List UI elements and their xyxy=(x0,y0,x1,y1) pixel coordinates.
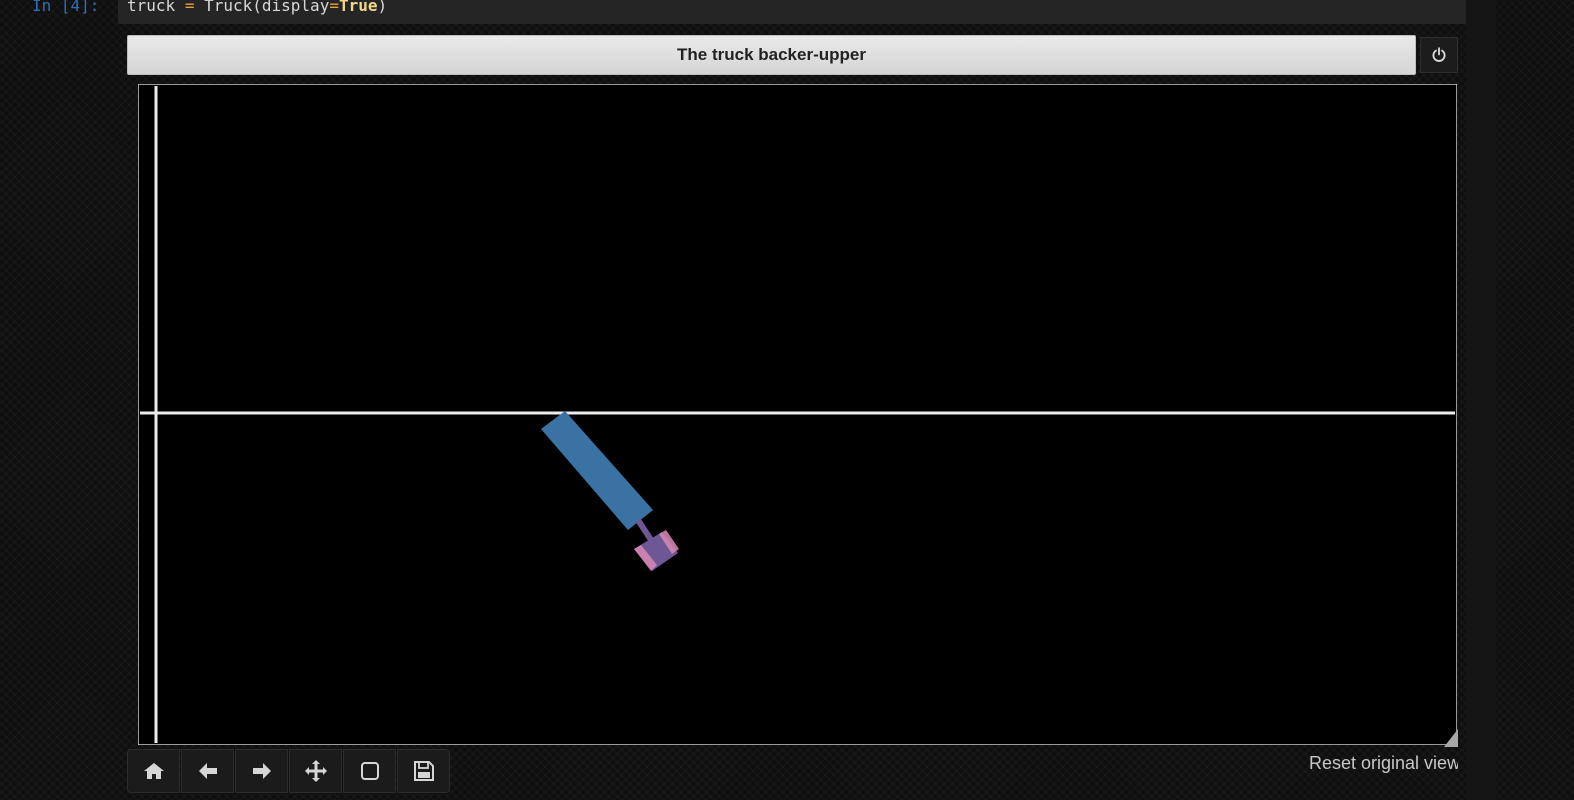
arrow-left-icon xyxy=(198,763,217,779)
figure-title: The truck backer-upper xyxy=(677,45,866,64)
code-line: truck = Truck(display=True) xyxy=(127,0,387,15)
code-assign-op: = xyxy=(184,0,195,15)
figure-toolbar xyxy=(127,749,451,793)
figure-canvas[interactable] xyxy=(138,84,1457,745)
toolbar-status-message: Reset original view xyxy=(1309,753,1458,773)
back-button[interactable] xyxy=(181,749,234,793)
code-kw-op: = xyxy=(329,0,339,15)
close-figure-button[interactable] xyxy=(1420,37,1458,73)
home-button[interactable] xyxy=(127,749,180,793)
forward-button[interactable] xyxy=(235,749,288,793)
code-var: truck xyxy=(127,0,176,15)
power-icon xyxy=(1432,47,1446,62)
code-kw-value: True xyxy=(338,0,378,15)
floppy-icon xyxy=(413,761,434,781)
pan-button[interactable] xyxy=(289,749,342,793)
save-button[interactable] xyxy=(397,749,450,793)
code-cell[interactable]: truck = Truck(display=True) xyxy=(118,0,1466,24)
move-icon xyxy=(304,760,327,782)
square-icon xyxy=(360,762,379,780)
zoom-rect-button[interactable] xyxy=(343,749,396,793)
code-call: Truck(display xyxy=(204,0,330,15)
arrow-right-icon xyxy=(252,763,271,779)
figure-titlebar: The truck backer-upper xyxy=(127,35,1416,75)
home-icon xyxy=(143,763,164,779)
page-right-gutter xyxy=(1466,0,1496,800)
cell-prompt: In [4]: xyxy=(32,0,100,15)
code-close: ) xyxy=(377,0,388,15)
